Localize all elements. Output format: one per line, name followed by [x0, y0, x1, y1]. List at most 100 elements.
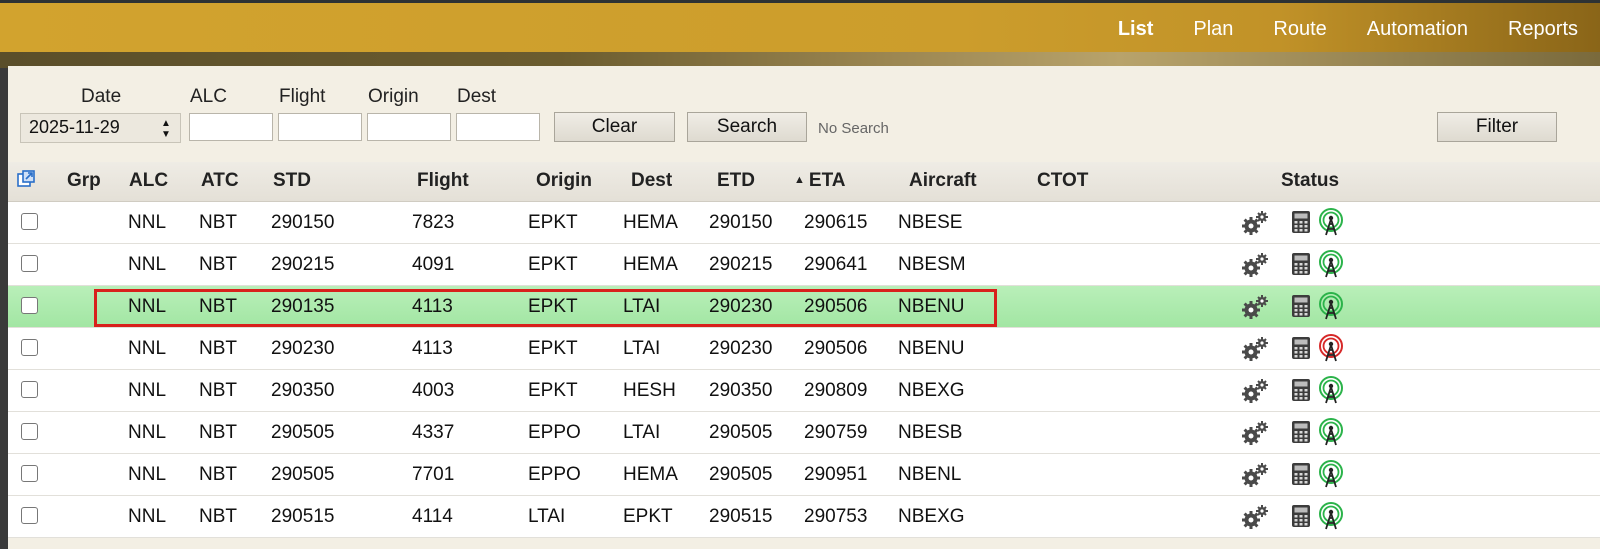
- main-nav: List Plan Route Automation Reports: [1078, 3, 1578, 55]
- cell-eta: 290615: [804, 212, 868, 233]
- calculator-icon[interactable]: [1291, 504, 1311, 528]
- radio-antenna-icon[interactable]: [1318, 334, 1344, 362]
- col-grp[interactable]: Grp: [67, 170, 101, 192]
- spin-up-icon[interactable]: ▲: [161, 118, 171, 129]
- col-eta-label: ETA: [808, 170, 846, 191]
- alc-input[interactable]: [189, 113, 273, 141]
- table-row[interactable]: NNL NBT 290230 4113 EPKT LTAI 290230 290506 NBEN…: [8, 328, 1600, 370]
- cell-atc: NBT: [199, 254, 237, 275]
- col-aircraft[interactable]: Aircraft: [909, 170, 977, 192]
- table-row[interactable]: NNL NBT 290515 4114 LTAI EPKT 290515 290753 NBEX…: [8, 496, 1600, 538]
- gears-icon[interactable]: [1241, 504, 1269, 530]
- cell-origin: LTAI: [528, 506, 566, 527]
- radio-antenna-icon[interactable]: [1318, 208, 1344, 236]
- cell-flight: 4113: [412, 338, 453, 359]
- cell-std: 290515: [271, 506, 335, 527]
- nav-automation[interactable]: Automation: [1367, 18, 1468, 41]
- col-origin[interactable]: Origin: [536, 170, 592, 192]
- calculator-icon[interactable]: [1291, 210, 1311, 234]
- cell-atc: NBT: [199, 464, 237, 485]
- nav-plan[interactable]: Plan: [1193, 18, 1233, 41]
- radio-antenna-icon[interactable]: [1318, 292, 1344, 320]
- gears-icon[interactable]: [1241, 462, 1269, 488]
- radio-antenna-icon[interactable]: [1318, 376, 1344, 404]
- cell-etd: 290230: [709, 338, 773, 359]
- calculator-icon[interactable]: [1291, 462, 1311, 486]
- row-checkbox[interactable]: [21, 213, 38, 230]
- col-std[interactable]: STD: [273, 170, 311, 192]
- cell-origin: EPKT: [528, 380, 578, 401]
- cell-etd: 290505: [709, 422, 773, 443]
- cell-alc: NNL: [128, 422, 167, 443]
- external-link-icon[interactable]: [17, 170, 35, 188]
- origin-input[interactable]: [367, 113, 451, 141]
- calculator-icon[interactable]: [1291, 252, 1311, 276]
- flight-input[interactable]: [278, 113, 362, 141]
- origin-label: Origin: [368, 86, 419, 107]
- col-flight[interactable]: Flight: [417, 170, 469, 192]
- filter-button[interactable]: Filter: [1437, 112, 1557, 142]
- gears-icon[interactable]: [1241, 420, 1269, 446]
- cell-dest: HEMA: [623, 212, 678, 233]
- row-checkbox[interactable]: [21, 507, 38, 524]
- row-checkbox[interactable]: [21, 423, 38, 440]
- cell-etd: 290515: [709, 506, 773, 527]
- cell-std: 290505: [271, 464, 335, 485]
- cell-std: 290230: [271, 338, 335, 359]
- col-atc[interactable]: ATC: [201, 170, 239, 192]
- dest-input[interactable]: [456, 113, 540, 141]
- table-row[interactable]: NNL NBT 290505 4337 EPPO LTAI 290505 290759 NBES…: [8, 412, 1600, 454]
- clear-button[interactable]: Clear: [554, 112, 675, 142]
- gears-icon[interactable]: [1241, 336, 1269, 362]
- table-row[interactable]: NNL NBT 290215 4091 EPKT HEMA 290215 290641 NBES…: [8, 244, 1600, 286]
- col-dest[interactable]: Dest: [631, 170, 672, 192]
- nav-list[interactable]: List: [1118, 18, 1154, 41]
- gears-icon[interactable]: [1241, 210, 1269, 236]
- radio-antenna-icon[interactable]: [1318, 460, 1344, 488]
- cell-alc: NNL: [128, 338, 167, 359]
- cell-etd: 290215: [709, 254, 773, 275]
- table-row[interactable]: NNL NBT 290150 7823 EPKT HEMA 290150 290615 NBES…: [8, 202, 1600, 244]
- radio-antenna-icon[interactable]: [1318, 418, 1344, 446]
- col-status[interactable]: Status: [1281, 170, 1339, 192]
- gears-icon[interactable]: [1241, 294, 1269, 320]
- table-row[interactable]: NNL NBT 290505 7701 EPPO HEMA 290505 290951 NBEN…: [8, 454, 1600, 496]
- search-button[interactable]: Search: [687, 112, 807, 142]
- col-etd[interactable]: ETD: [717, 170, 755, 192]
- date-spinner[interactable]: ▲ ▼: [155, 116, 177, 142]
- radio-antenna-icon[interactable]: [1318, 250, 1344, 278]
- cell-atc: NBT: [199, 422, 237, 443]
- cell-alc: NNL: [128, 380, 167, 401]
- cell-eta: 290809: [804, 380, 868, 401]
- date-input[interactable]: 2025-11-29 ▲ ▼: [20, 113, 181, 143]
- table-row[interactable]: NNL NBT 290135 4113 EPKT LTAI 290230 290506 NBEN…: [8, 286, 1600, 328]
- row-checkbox[interactable]: [21, 339, 38, 356]
- col-alc[interactable]: ALC: [129, 170, 168, 192]
- cell-flight: 7701: [412, 464, 455, 485]
- calculator-icon[interactable]: [1291, 378, 1311, 402]
- radio-antenna-icon[interactable]: [1318, 502, 1344, 530]
- gears-icon[interactable]: [1241, 378, 1269, 404]
- calculator-icon[interactable]: [1291, 336, 1311, 360]
- cell-dest: EPKT: [623, 506, 673, 527]
- nav-reports[interactable]: Reports: [1508, 18, 1578, 41]
- nav-route[interactable]: Route: [1273, 18, 1326, 41]
- row-checkbox[interactable]: [21, 297, 38, 314]
- cell-alc: NNL: [128, 506, 167, 527]
- spin-down-icon[interactable]: ▼: [161, 129, 171, 140]
- cell-aircraft: NBEXG: [898, 380, 965, 401]
- row-checkbox[interactable]: [21, 255, 38, 272]
- cell-origin: EPPO: [528, 422, 581, 443]
- calculator-icon[interactable]: [1291, 420, 1311, 444]
- row-checkbox[interactable]: [21, 381, 38, 398]
- gears-icon[interactable]: [1241, 252, 1269, 278]
- col-eta[interactable]: ▲ ETA: [794, 170, 845, 192]
- col-ctot[interactable]: CTOT: [1037, 170, 1088, 192]
- cell-atc: NBT: [199, 380, 237, 401]
- calculator-icon[interactable]: [1291, 294, 1311, 318]
- row-checkbox[interactable]: [21, 465, 38, 482]
- cell-origin: EPPO: [528, 464, 581, 485]
- table-row[interactable]: NNL NBT 290350 4003 EPKT HESH 290350 290809 NBEX…: [8, 370, 1600, 412]
- cell-aircraft: NBENU: [898, 338, 965, 359]
- cell-aircraft: NBESB: [898, 422, 963, 443]
